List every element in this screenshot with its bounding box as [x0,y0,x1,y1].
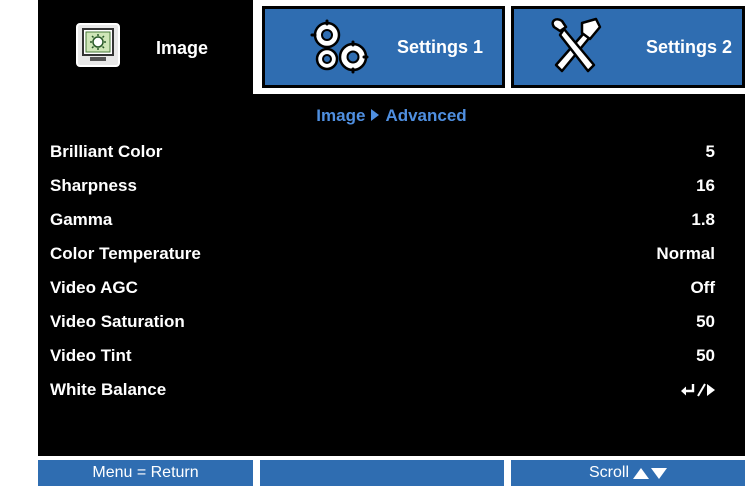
menu-item-video-saturation[interactable]: Video Saturation 50 [50,305,715,339]
image-settings-icon [76,23,120,67]
breadcrumb: Image Advanced [38,106,745,126]
footer-menu-return: Menu = Return [38,460,253,486]
menu-item-sharpness[interactable]: Sharpness 16 [50,169,715,203]
menu-item-value: 5 [705,142,715,161]
footer-left-label: Menu = Return [92,464,199,481]
menu-item-label: Video AGC [50,278,138,297]
menu-item-label: Video Saturation [50,312,185,331]
menu-item-value: 16 [696,176,715,195]
menu-item-value: Off [690,278,715,297]
menu-item-label: Video Tint [50,346,132,365]
footer-scroll: Scroll [511,460,745,486]
breadcrumb-parent: Image [316,106,366,125]
tab-settings-2[interactable]: Settings 2 [511,6,745,88]
menu-item-white-balance[interactable]: White Balance [50,373,715,407]
menu-item-label: Sharpness [50,176,137,195]
menu-item-value: 50 [696,346,715,365]
menu-item-brilliant-color[interactable]: Brilliant Color 5 [50,135,715,169]
menu-item-label: Color Temperature [50,244,201,263]
tab-settings-1[interactable]: Settings 1 [262,6,505,88]
projector-osd: Image Settings 1 Settings 2 Image Advanc… [0,0,745,486]
tab-settings-2-label: Settings 2 [646,37,733,57]
menu-item-color-temperature[interactable]: Color Temperature Normal [50,237,715,271]
menu-item-value: 50 [696,312,715,331]
menu-item-gamma[interactable]: Gamma 1.8 [50,203,715,237]
tab-settings-1-label: Settings 1 [397,37,484,57]
menu-item-label: Brilliant Color [50,142,163,161]
menu-item-value: Normal [656,244,715,263]
menu-item-video-tint[interactable]: Video Tint 50 [50,339,715,373]
tab-image-label: Image [156,38,209,58]
menu-item-label: White Balance [50,380,167,399]
chevron-right-icon [371,109,380,121]
footer-middle [260,460,504,486]
menu-panel: Image Advanced Brilliant Color 5 Sharpnes… [38,94,745,456]
menu-item-video-agc[interactable]: Video AGC Off [50,271,715,305]
menu-item-label: Gamma [50,210,113,229]
enter-submenu-icon [680,383,715,397]
tools-icon [546,15,604,77]
arrow-down-icon [651,467,667,479]
gears-icon [307,17,371,77]
arrow-up-icon [633,467,649,479]
tab-image[interactable]: Image [38,0,253,94]
footer-right-label: Scroll [588,464,629,481]
breadcrumb-current: Advanced [385,106,467,125]
menu-item-value: 1.8 [691,210,715,229]
